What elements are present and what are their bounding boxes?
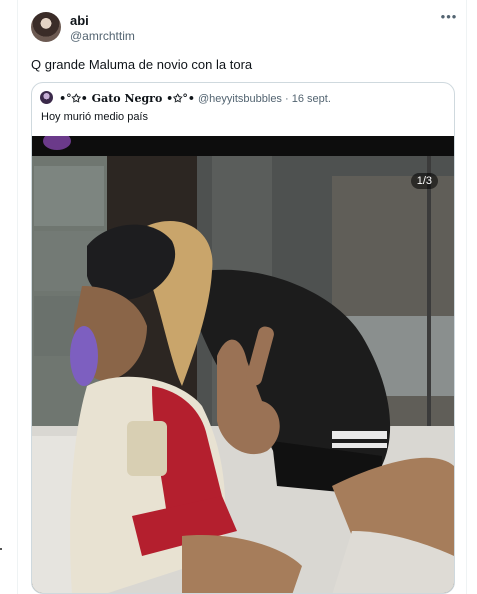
- quote-text: Hoy murió medio país: [41, 111, 148, 123]
- quote-avatar[interactable]: [40, 91, 53, 104]
- avatar[interactable]: [31, 12, 61, 42]
- author-name[interactable]: abi: [70, 13, 89, 28]
- tweet-text: Q grande Maluma de novio con la tora: [31, 57, 253, 72]
- media-counter: 1/3: [410, 173, 438, 189]
- photo-illustration: [32, 136, 454, 593]
- author-handle[interactable]: @amrchttim: [70, 29, 135, 43]
- scroll-marker: [0, 548, 2, 550]
- quote-date[interactable]: 16 sept.: [292, 93, 331, 105]
- quote-separator: ·: [285, 93, 289, 105]
- quoted-tweet[interactable]: •°✩• Gato Negro •✩°• @heyyitsbubbles · 1…: [31, 82, 455, 594]
- quote-author-name[interactable]: •°✩• Gato Negro •✩°•: [59, 92, 195, 105]
- quote-media-photo[interactable]: 1/3: [32, 136, 454, 593]
- more-dots-icon[interactable]: •••: [440, 8, 458, 26]
- quote-header: •°✩• Gato Negro •✩°• @heyyitsbubbles · 1…: [40, 91, 331, 105]
- quote-author-handle[interactable]: @heyyitsbubbles: [198, 93, 282, 105]
